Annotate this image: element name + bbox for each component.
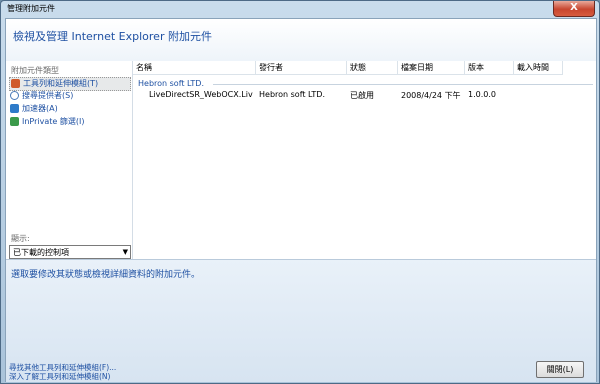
cell-publisher: Hebron soft LTD. (259, 90, 325, 99)
dialog-header: 檢視及管理 Internet Explorer 附加元件 (6, 19, 596, 61)
dialog-client: 檢視及管理 Internet Explorer 附加元件 附加元件類型 工具列和… (5, 18, 597, 382)
column-header-load-time[interactable]: 載入時間 (514, 61, 563, 75)
window-title: 管理附加元件 (7, 4, 55, 13)
search-icon (10, 91, 19, 100)
column-header-name[interactable]: 名稱 (133, 61, 256, 75)
type-accelerators[interactable]: 加速器(A) (9, 103, 129, 115)
column-header-publisher[interactable]: 發行者 (256, 61, 347, 75)
type-inprivate-filtering[interactable]: InPrivate 篩選(I) (9, 116, 129, 128)
close-button[interactable]: 關閉(L) (536, 361, 584, 378)
column-header-version[interactable]: 版本 (465, 61, 514, 75)
manage-addons-window: 管理附加元件 X 檢視及管理 Internet Explorer 附加元件 附加… (0, 0, 600, 384)
group-header: Hebron soft LTD. (138, 79, 204, 88)
show-label: 顯示: (11, 234, 30, 243)
chevron-down-icon: ▼ (122, 248, 128, 256)
type-label: 加速器(A) (22, 104, 58, 113)
title-bar[interactable]: 管理附加元件 X (1, 1, 599, 17)
cell-status: 已啟用 (350, 91, 374, 100)
type-toolbars-extensions[interactable]: 工具列和延伸模組(T) (9, 77, 131, 91)
accelerator-icon (10, 104, 19, 113)
type-label: 搜尋提供者(S) (22, 91, 74, 100)
addon-list: 名稱 發行者 狀態 檔案日期 版本 載入時間 Hebron soft LTD. … (133, 61, 596, 259)
page-title: 檢視及管理 Internet Explorer 附加元件 (13, 30, 212, 43)
gear-icon (11, 79, 20, 88)
table-row[interactable]: LiveDirectSR_WebOCX.LiveDi... Hebron sof… (133, 88, 596, 102)
cell-version: 1.0.0.0 (468, 90, 496, 99)
details-prompt: 選取要修改其狀態或檢視詳細資料的附加元件。 (11, 270, 201, 280)
cell-file-date: 2008/4/24 下午 1... (401, 91, 463, 100)
cell-name: LiveDirectSR_WebOCX.LiveDi... (149, 90, 253, 99)
column-header-file-date[interactable]: 檔案日期 (398, 61, 465, 75)
show-dropdown-value: 已下載的控制項 (13, 248, 69, 257)
details-pane: 選取要修改其狀態或檢視詳細資料的附加元件。 尋找其他工具列和延伸模組(F)...… (6, 259, 596, 382)
window-close-button[interactable]: X (553, 1, 595, 17)
type-label: 工具列和延伸模組(T) (23, 79, 99, 88)
inprivate-icon (10, 117, 19, 126)
type-search-providers[interactable]: 搜尋提供者(S) (9, 90, 129, 102)
addon-types-label: 附加元件類型 (11, 66, 59, 75)
column-header-status[interactable]: 狀態 (347, 61, 398, 75)
addon-types-panel: 附加元件類型 工具列和延伸模組(T) 搜尋提供者(S) 加速器(A) InPri… (6, 61, 133, 259)
learn-more-toolbars-link[interactable]: 深入了解工具列和延伸模組(N) (9, 371, 110, 382)
type-label: InPrivate 篩選(I) (22, 117, 85, 126)
group-divider (213, 84, 593, 85)
show-dropdown[interactable]: 已下載的控制項 ▼ (9, 245, 131, 259)
